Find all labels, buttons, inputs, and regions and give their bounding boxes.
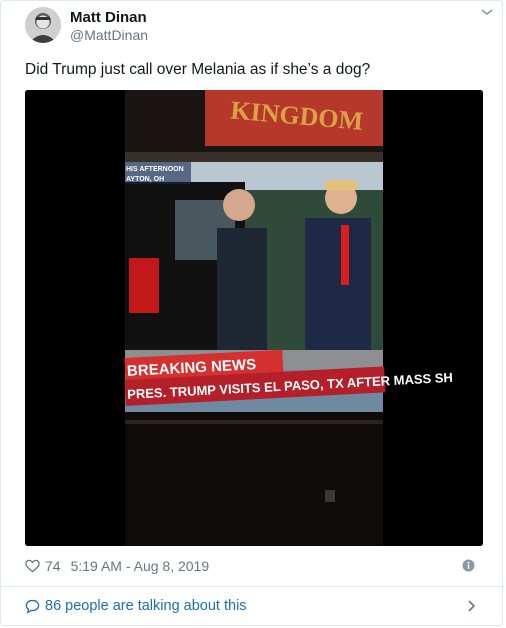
like-count[interactable]: 74 (45, 558, 61, 574)
banner-place-text: AYTON, OH (126, 176, 164, 183)
chevron-down-icon[interactable] (480, 7, 494, 17)
avatar-image (25, 7, 61, 43)
author-handle[interactable]: @MattDinan (70, 27, 148, 43)
video-player[interactable]: KINGDOM HIS AFTERNOON AYTON, OH BREAKING… (25, 90, 483, 546)
tweet-card: Matt Dinan @MattDinan Did Trump just cal… (0, 0, 504, 626)
author-name[interactable]: Matt Dinan (70, 9, 147, 26)
divider (1, 586, 504, 587)
heart-icon[interactable] (25, 559, 40, 573)
banner-top-text: HIS AFTERNOON (126, 166, 184, 173)
conversation-text: 86 people are talking about this (45, 598, 247, 614)
conversation-link[interactable]: 86 people are talking about this (25, 598, 247, 614)
avatar[interactable] (25, 7, 61, 43)
chevron-right-icon[interactable] (467, 599, 476, 613)
tweet-text: Did Trump just call over Melania as if s… (25, 61, 371, 78)
video-frame: KINGDOM HIS AFTERNOON AYTON, OH BREAKING… (25, 90, 483, 546)
tweet-timestamp[interactable]: 5:19 AM - Aug 8, 2019 (71, 558, 210, 574)
info-icon[interactable] (462, 559, 475, 572)
speech-bubble-icon (25, 599, 40, 614)
tweet-meta: 74 5:19 AM - Aug 8, 2019 (25, 558, 209, 574)
